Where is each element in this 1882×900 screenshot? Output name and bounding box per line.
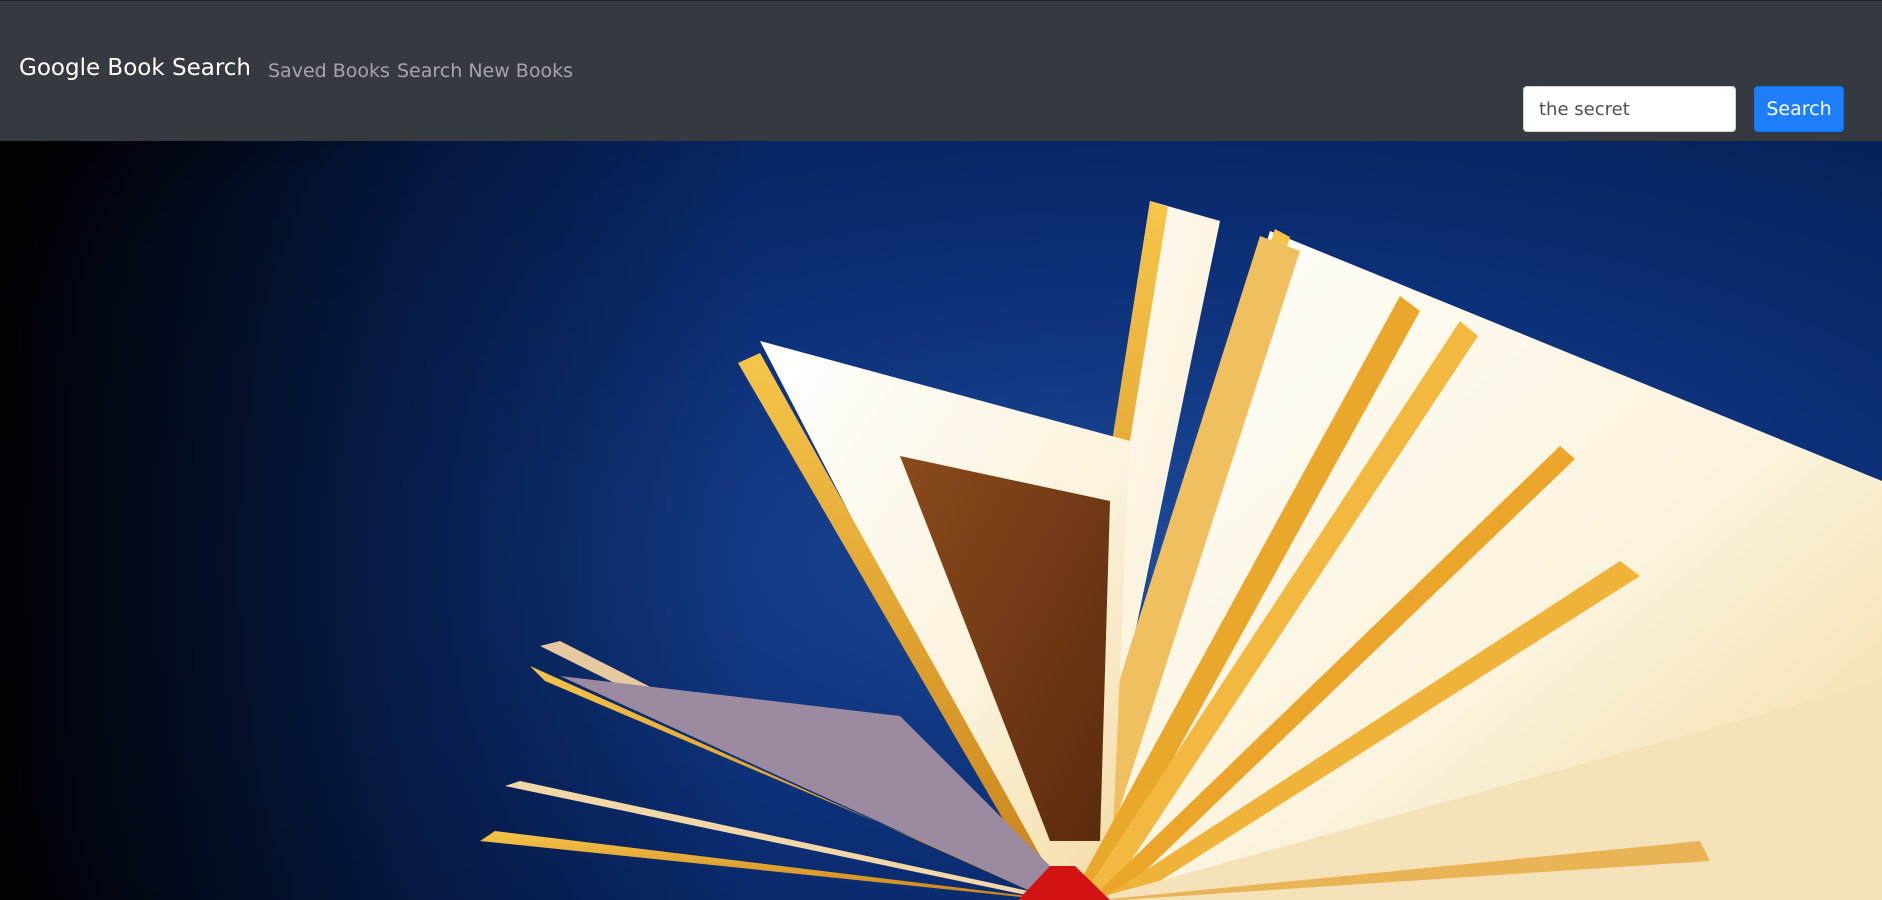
open-book-image <box>0 141 1882 900</box>
navbar: Google Book Search Saved Books Search Ne… <box>0 0 1882 141</box>
hero-banner <box>0 141 1882 900</box>
search-button[interactable]: Search <box>1754 86 1844 132</box>
search-input[interactable] <box>1523 86 1736 132</box>
nav-link-search-new-books[interactable]: Search New Books <box>397 60 573 82</box>
nav-link-saved-books[interactable]: Saved Books <box>268 60 390 82</box>
brand-link[interactable]: Google Book Search <box>19 55 251 81</box>
